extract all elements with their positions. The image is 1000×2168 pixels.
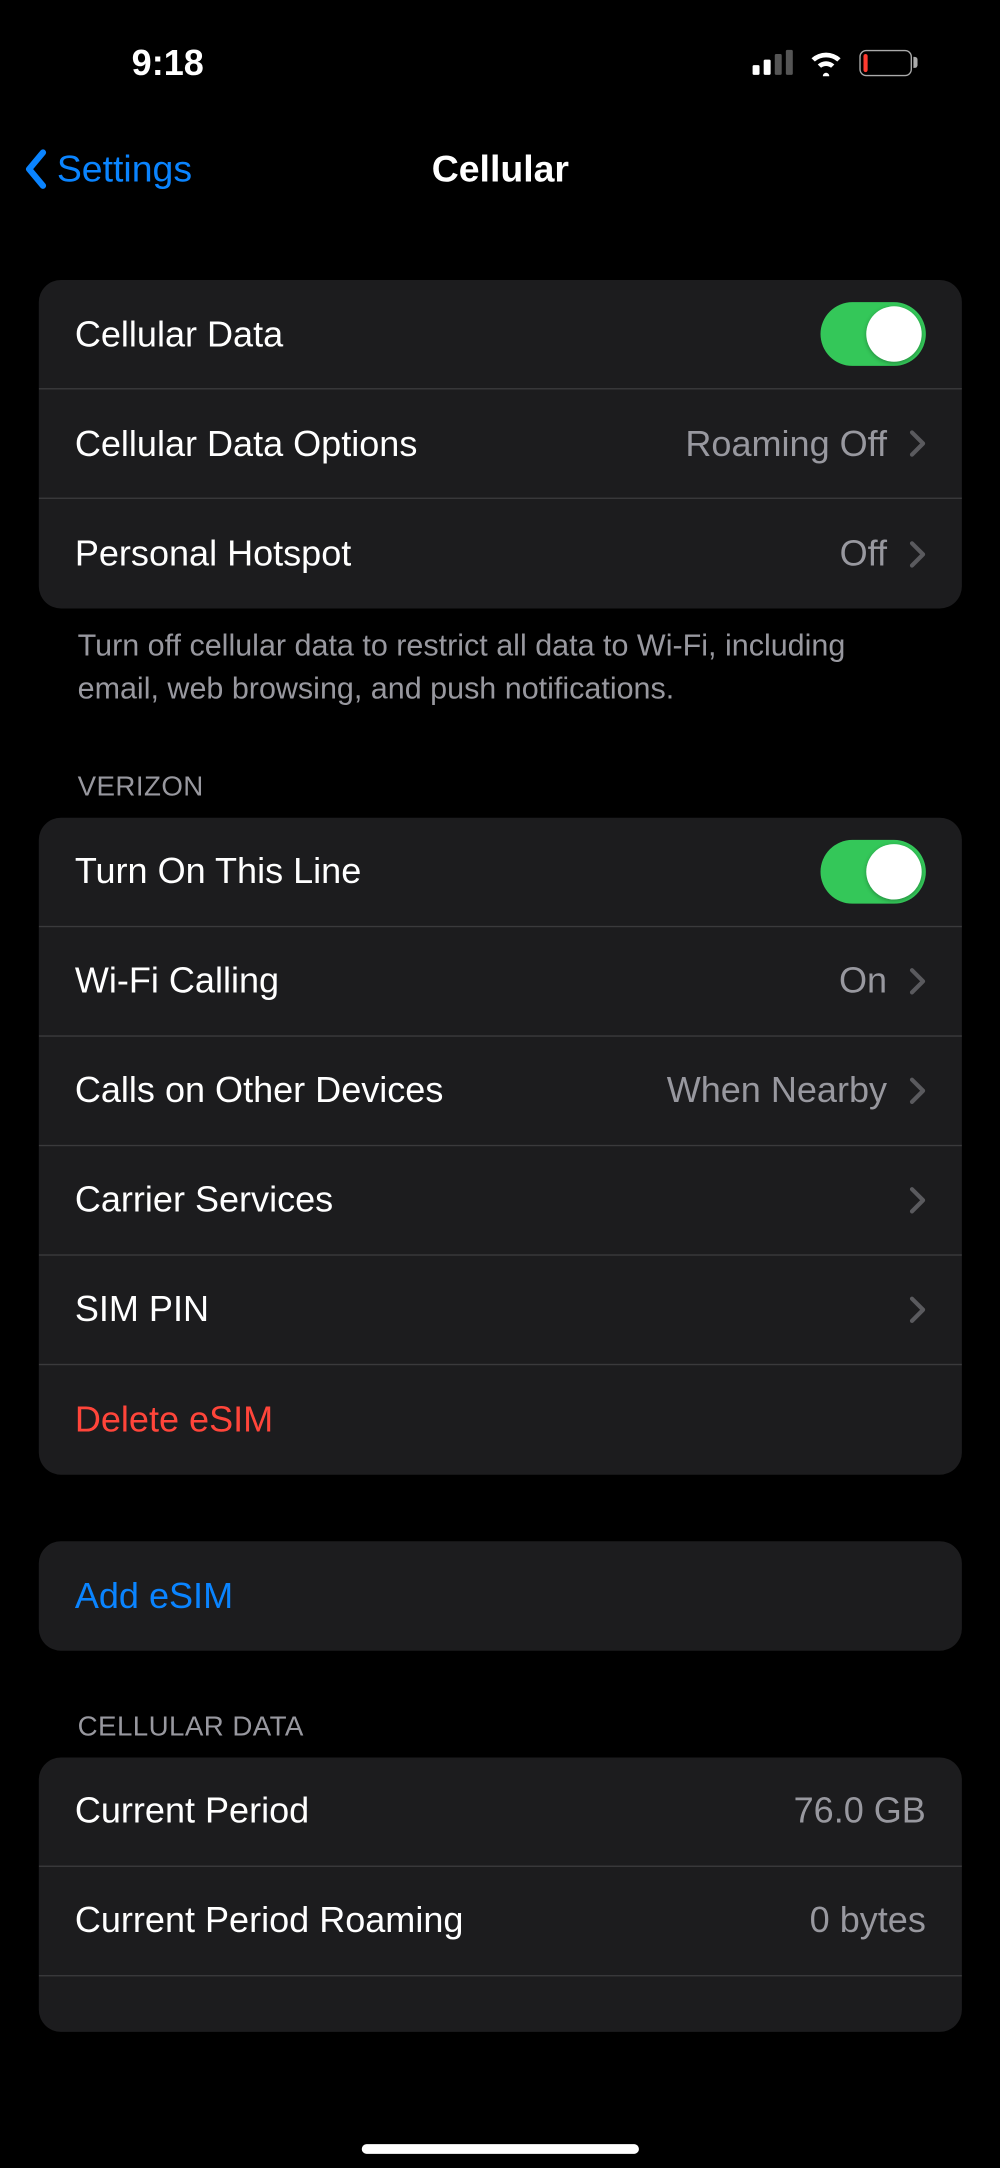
battery-icon xyxy=(859,49,918,75)
row-cellular-data[interactable]: Cellular Data xyxy=(39,280,962,389)
row-calls-other-devices[interactable]: Calls on Other Devices When Nearby xyxy=(39,1036,962,1145)
row-personal-hotspot[interactable]: Personal Hotspot Off xyxy=(39,499,962,608)
row-label: Carrier Services xyxy=(75,1178,333,1221)
row-label: Personal Hotspot xyxy=(75,532,351,575)
nav-header: Settings Cellular xyxy=(0,125,1000,214)
row-carrier-services[interactable]: Carrier Services xyxy=(39,1146,962,1255)
status-indicators xyxy=(752,49,959,77)
back-label: Settings xyxy=(57,148,192,191)
row-delete-esim[interactable]: Delete eSIM xyxy=(39,1365,962,1474)
row-label: Delete eSIM xyxy=(75,1398,273,1441)
turn-on-line-toggle[interactable] xyxy=(821,839,926,903)
row-label: Current Period Roaming xyxy=(75,1899,464,1942)
group-add-esim: Add eSIM xyxy=(39,1541,962,1650)
row-wifi-calling[interactable]: Wi-Fi Calling On xyxy=(39,927,962,1036)
group-footer-text: Turn off cellular data to restrict all d… xyxy=(39,608,962,710)
row-label: Turn On This Line xyxy=(75,850,361,893)
chevron-right-icon xyxy=(909,1076,926,1104)
row-value: 0 bytes xyxy=(810,1899,926,1942)
chevron-right-icon xyxy=(909,1295,926,1323)
row-label: Cellular Data xyxy=(75,313,283,356)
chevron-right-icon xyxy=(909,967,926,995)
row-app-usage-partial[interactable] xyxy=(39,1976,962,2031)
chevron-right-icon xyxy=(909,1186,926,1214)
status-time: 9:18 xyxy=(132,41,204,84)
row-label: Add eSIM xyxy=(75,1574,233,1617)
row-turn-on-line[interactable]: Turn On This Line xyxy=(39,817,962,926)
row-label: Wi-Fi Calling xyxy=(75,959,279,1002)
row-value: On xyxy=(839,959,887,1002)
cellular-signal-icon xyxy=(752,50,792,75)
page-title: Cellular xyxy=(432,148,569,191)
row-current-period[interactable]: Current Period 76.0 GB xyxy=(39,1757,962,1866)
chevron-right-icon xyxy=(909,540,926,568)
row-add-esim[interactable]: Add eSIM xyxy=(39,1541,962,1650)
chevron-left-icon xyxy=(22,148,48,190)
group-header-verizon: VERIZON xyxy=(39,710,962,817)
row-label: Calls on Other Devices xyxy=(75,1069,444,1112)
row-label: SIM PIN xyxy=(75,1288,209,1331)
row-current-period-roaming[interactable]: Current Period Roaming 0 bytes xyxy=(39,1866,962,1975)
chevron-right-icon xyxy=(909,430,926,458)
row-label: Cellular Data Options xyxy=(75,422,418,465)
row-cellular-data-options[interactable]: Cellular Data Options Roaming Off xyxy=(39,389,962,498)
group-cellular: Cellular Data Cellular Data Options Roam… xyxy=(39,280,962,608)
group-cellular-data-usage: Current Period 76.0 GB Current Period Ro… xyxy=(39,1757,962,2031)
wifi-icon xyxy=(806,49,845,77)
row-sim-pin[interactable]: SIM PIN xyxy=(39,1255,962,1364)
group-header-cellular-data: CELLULAR DATA xyxy=(39,1650,962,1757)
row-value: Off xyxy=(840,532,887,575)
row-value: Roaming Off xyxy=(685,422,887,465)
cellular-data-toggle[interactable] xyxy=(821,302,926,366)
row-value: When Nearby xyxy=(667,1069,887,1112)
row-value: 76.0 GB xyxy=(794,1789,926,1832)
row-label: Current Period xyxy=(75,1789,309,1832)
home-indicator[interactable] xyxy=(362,2144,639,2154)
status-bar: 9:18 xyxy=(0,0,1000,125)
group-verizon: Turn On This Line Wi-Fi Calling On Calls… xyxy=(39,817,962,1474)
back-button[interactable]: Settings xyxy=(22,148,192,191)
